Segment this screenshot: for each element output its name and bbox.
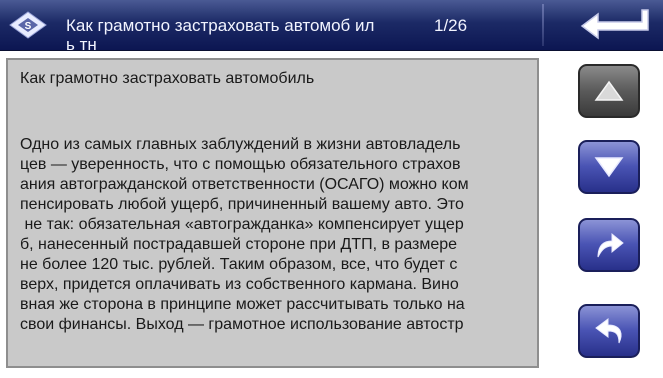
back-button-face xyxy=(584,310,634,352)
text-line: вная же сторона в принципе может рассчит… xyxy=(20,296,465,313)
text-line: цев — уверенность, что с помощью обязате… xyxy=(20,156,461,173)
text-line: пенсировать любой ущерб, причиненный ваш… xyxy=(20,196,464,213)
header-divider xyxy=(542,4,544,46)
scroll-down-button[interactable] xyxy=(578,140,640,194)
scroll-down-button-face xyxy=(584,146,634,188)
page-indicator: 1/26 xyxy=(434,16,468,35)
arrow-down-icon xyxy=(594,157,624,178)
document-text-panel[interactable]: Как грамотно застраховать автомобиль Одн… xyxy=(6,58,539,368)
document-title-header: Как грамотно застраховать автомоб иль тн xyxy=(66,16,375,50)
back-button[interactable] xyxy=(578,304,640,358)
text-line: Одно из самых главных заблуждений в жизн… xyxy=(20,136,461,153)
document-title: Как грамотно застраховать автомобиль xyxy=(20,70,315,87)
text-line: свои финансы. Выход — грамотное использо… xyxy=(20,316,464,333)
curved-arrow-forward-icon xyxy=(597,232,624,258)
forward-button[interactable] xyxy=(578,218,640,272)
text-line: ания автогражданской ответственности (ОС… xyxy=(20,176,469,193)
scroll-up-button-face xyxy=(584,70,634,112)
scroll-up-button[interactable] xyxy=(578,64,640,118)
return-arrow-icon xyxy=(580,9,649,40)
curved-arrow-back-icon xyxy=(595,318,622,344)
text-line: б, нанесенный пострадавшей стороне при Д… xyxy=(20,236,458,253)
return-button[interactable] xyxy=(560,4,658,46)
top-bar: S Как грамотно застраховать автомоб иль … xyxy=(0,0,663,51)
forward-button-face xyxy=(584,224,634,266)
book-logo-icon: S xyxy=(9,11,47,39)
text-line: не так: обязательная «автогражданка» ком… xyxy=(20,216,464,233)
text-line: не более 120 тыс. рублей. Таким образом,… xyxy=(20,256,458,273)
svg-text:S: S xyxy=(25,21,32,32)
text-line: верх, придется оплачивать из собственног… xyxy=(20,276,459,293)
arrow-up-icon xyxy=(594,80,624,101)
